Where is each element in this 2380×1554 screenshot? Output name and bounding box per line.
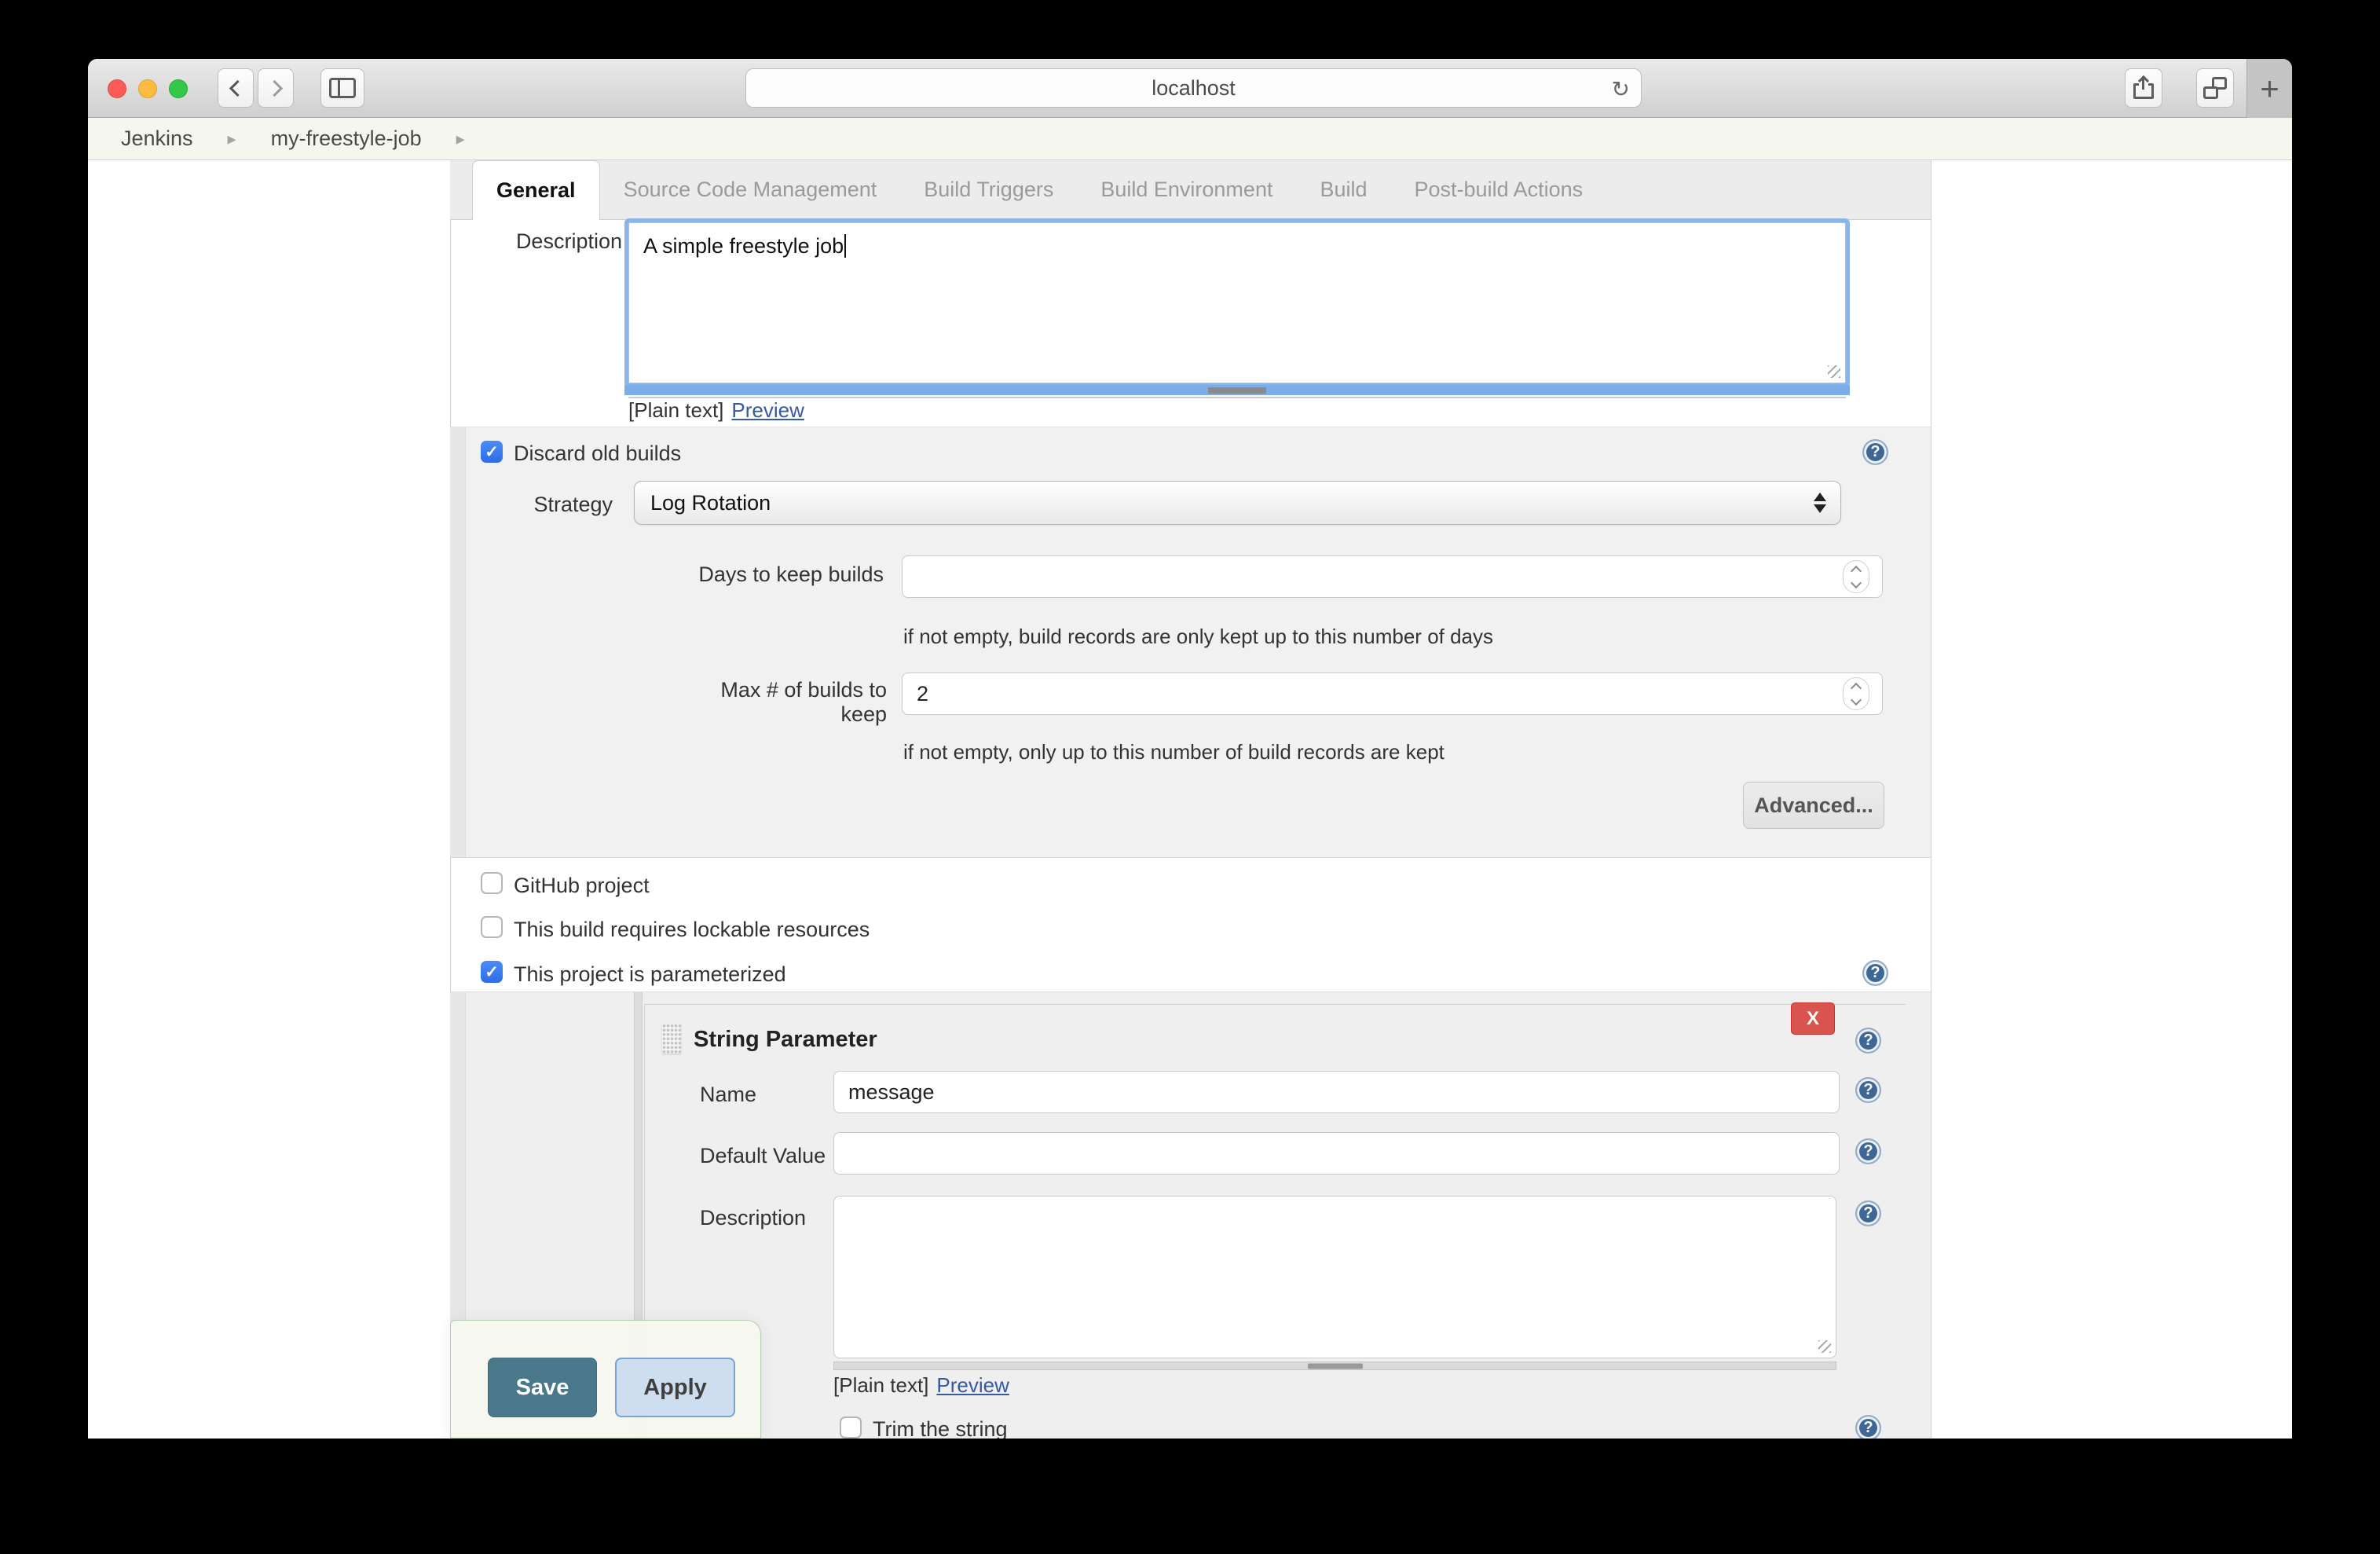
lockable-resources-checkbox[interactable] <box>481 916 503 938</box>
github-project-label: GitHub project <box>514 874 650 898</box>
plain-text-note: [Plain text] <box>628 398 723 423</box>
max-builds-input[interactable]: 2 <box>902 673 1883 715</box>
apply-button[interactable]: Apply <box>615 1358 735 1417</box>
param-default-label: Default Value <box>700 1144 826 1168</box>
help-icon[interactable]: ? <box>1862 439 1888 465</box>
forward-button[interactable] <box>258 68 294 108</box>
github-project-checkbox[interactable] <box>481 872 503 894</box>
delete-parameter-button[interactable]: X <box>1791 1002 1835 1035</box>
param-name-input[interactable] <box>833 1071 1840 1113</box>
max-builds-value: 2 <box>917 682 928 706</box>
url-text: localhost <box>1152 76 1236 101</box>
days-to-keep-label: Days to keep builds <box>678 563 884 587</box>
breadcrumb-item-jenkins[interactable]: Jenkins <box>121 126 193 151</box>
textarea-resize-grip[interactable] <box>1818 1340 1831 1353</box>
trim-string-label: Trim the string <box>873 1417 1008 1439</box>
parameterized-checkbox[interactable]: ✓ <box>481 961 503 983</box>
number-stepper[interactable] <box>1843 560 1869 593</box>
param-description-label: Description <box>700 1206 806 1230</box>
description-label: Description <box>514 229 622 254</box>
strategy-value: Log Rotation <box>650 491 771 515</box>
new-tab-button[interactable]: + <box>2246 59 2292 118</box>
parameter-type-title: String Parameter <box>694 1027 877 1053</box>
breadcrumb-separator-icon: ▸ <box>228 129 236 149</box>
tab-build[interactable]: Build <box>1296 160 1390 219</box>
section-gutter <box>450 427 466 857</box>
advanced-button[interactable]: Advanced... <box>1743 782 1884 829</box>
save-button[interactable]: Save <box>488 1358 597 1417</box>
help-icon[interactable]: ? <box>1862 960 1888 986</box>
sidebar-icon <box>329 78 356 98</box>
preview-link[interactable]: Preview <box>731 398 804 423</box>
drag-handle-icon[interactable] <box>662 1024 681 1054</box>
help-icon[interactable]: ? <box>1855 1415 1881 1439</box>
text-caret <box>844 234 846 258</box>
param-name-label: Name <box>700 1083 756 1107</box>
close-window-icon[interactable] <box>108 79 126 98</box>
sidebar-toggle-button[interactable] <box>320 68 364 108</box>
back-icon <box>229 79 245 96</box>
number-stepper[interactable] <box>1843 677 1869 710</box>
reload-icon[interactable]: ↻ <box>1612 76 1630 102</box>
textarea-drag-bar[interactable] <box>624 385 1850 395</box>
tab-build-environment[interactable]: Build Environment <box>1077 160 1296 219</box>
save-apply-panel: Save Apply <box>450 1320 761 1439</box>
preview-link[interactable]: Preview <box>936 1373 1009 1398</box>
tab-build-triggers[interactable]: Build Triggers <box>900 160 1077 219</box>
tab-overview-button[interactable] <box>2196 68 2234 108</box>
textarea-underline <box>628 397 1846 398</box>
select-arrows-icon <box>1814 493 1826 513</box>
help-icon[interactable]: ? <box>1855 1077 1881 1103</box>
share-button[interactable] <box>2125 68 2162 108</box>
tab-overview-icon <box>2203 77 2227 99</box>
help-icon[interactable]: ? <box>1855 1200 1881 1226</box>
plain-text-note: [Plain text] <box>833 1373 928 1398</box>
tab-source-code-management[interactable]: Source Code Management <box>600 160 901 219</box>
back-button[interactable] <box>218 68 254 108</box>
description-textarea[interactable]: A simple freestyle job <box>628 222 1846 383</box>
param-description-textarea[interactable] <box>833 1196 1836 1358</box>
discard-old-builds-label: Discard old builds <box>514 442 681 466</box>
forward-icon <box>265 79 282 96</box>
param-default-input[interactable] <box>833 1132 1840 1175</box>
breadcrumb-separator-icon: ▸ <box>456 129 465 149</box>
description-text: A simple freestyle job <box>643 234 844 258</box>
browser-window: localhost ↻ + Jenkins ▸ my-freestyle-job… <box>88 59 2292 1439</box>
strategy-select[interactable]: Log Rotation <box>634 481 1841 525</box>
config-tab-bar: General Source Code Management Build Tri… <box>450 160 1931 220</box>
lockable-resources-label: This build requires lockable resources <box>514 918 870 942</box>
browser-toolbar: localhost ↻ + <box>88 59 2292 118</box>
breadcrumb: Jenkins ▸ my-freestyle-job ▸ <box>88 118 2292 160</box>
tab-post-build-actions[interactable]: Post-build Actions <box>1391 160 1607 219</box>
parameterized-label: This project is parameterized <box>514 962 786 987</box>
days-to-keep-input[interactable] <box>902 555 1883 598</box>
url-field[interactable]: localhost ↻ <box>745 68 1642 108</box>
share-icon <box>2132 76 2155 100</box>
strategy-label: Strategy <box>503 493 613 517</box>
trim-string-checkbox[interactable] <box>840 1417 862 1439</box>
max-help-text: if not empty, only up to this number of … <box>903 740 1444 764</box>
days-help-text: if not empty, build records are only kep… <box>903 625 1493 649</box>
zoom-window-icon[interactable] <box>169 79 188 98</box>
minimize-window-icon[interactable] <box>138 79 157 98</box>
breadcrumb-item-job[interactable]: my-freestyle-job <box>271 126 422 151</box>
textarea-resize-grip[interactable] <box>1828 365 1840 378</box>
textarea-drag-bar[interactable] <box>833 1362 1836 1370</box>
max-builds-label: Max # of builds to keep <box>676 678 887 727</box>
help-icon[interactable]: ? <box>1855 1028 1881 1054</box>
discard-old-builds-checkbox[interactable]: ✓ <box>481 441 503 463</box>
tab-general[interactable]: General <box>472 160 600 220</box>
help-icon[interactable]: ? <box>1855 1138 1881 1164</box>
